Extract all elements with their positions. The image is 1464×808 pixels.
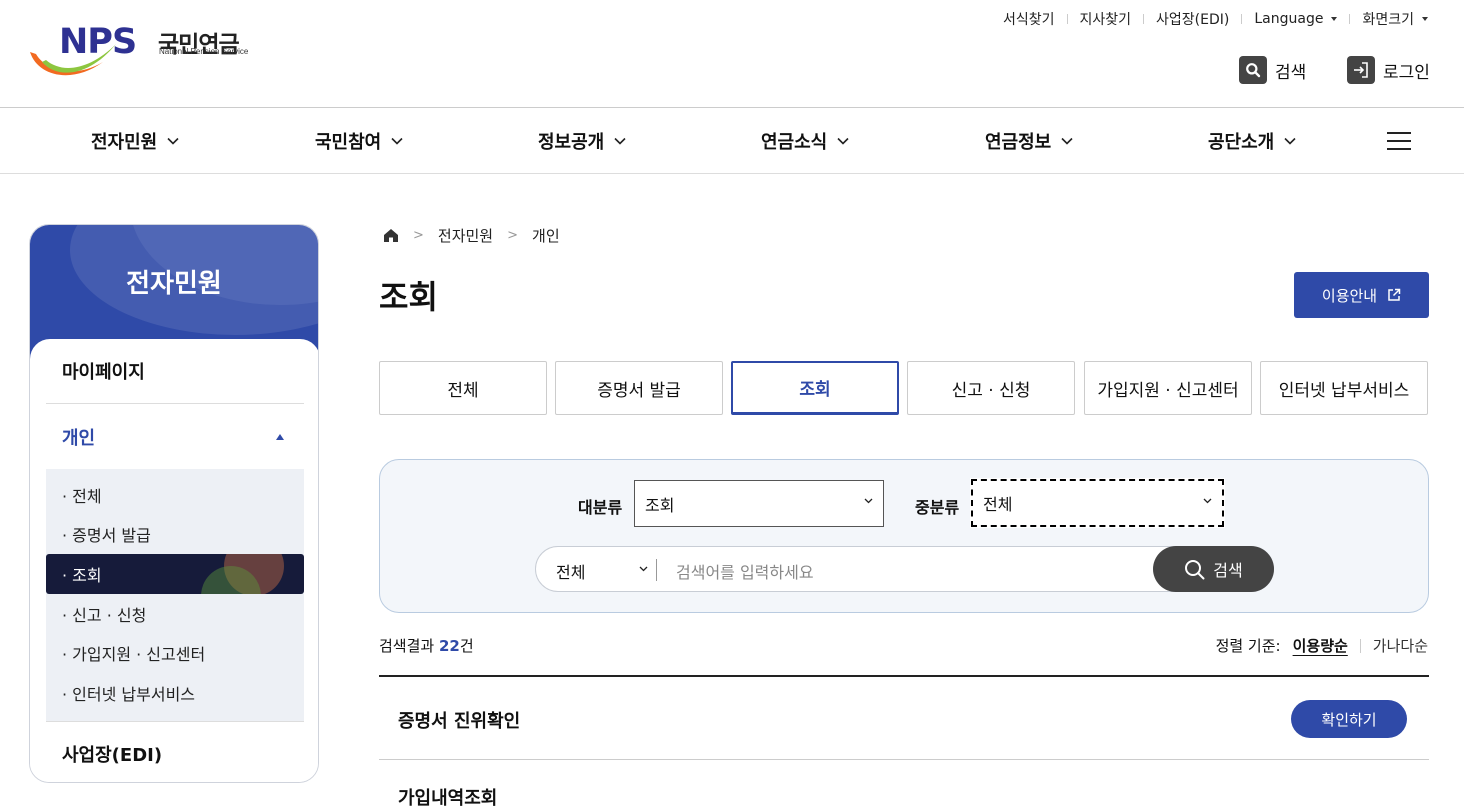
sidebar-subitem-certificate[interactable]: · 증명서 발급 [46,515,304,555]
list-item-title: 가입내역조회 [398,788,498,808]
gnb-item-participation[interactable]: 국민참여 [315,128,403,154]
tab-report[interactable]: 신고 · 신청 [907,361,1075,415]
chevron-right-icon: > [507,228,519,243]
middle-category-select[interactable]: 전체 [970,478,1225,528]
divider [1349,14,1351,24]
header-login-label: 로그인 [1383,62,1430,83]
utility-links: 서식찾기 지사찾기 사업장(EDI) Language 화면크기 [1003,9,1428,29]
header-search-label: 검색 [1275,62,1307,83]
chevron-down-icon [167,137,179,145]
gnb-item-about[interactable]: 공단소개 [1208,128,1296,154]
verify-button[interactable]: 확인하기 [1291,700,1407,738]
gnb-item-e-civil[interactable]: 전자민원 [91,128,179,154]
nps-logo[interactable]: NPS 국민연금 National Pension Service [28,22,258,84]
sidebar-submenu: · 전체 · 증명서 발급 · 조회 · 신고 · 신청 · 가입지원 · 신고… [46,469,304,722]
chevron-down-icon [837,137,849,145]
divider [1359,638,1361,653]
chevron-down-icon [1284,137,1296,145]
tab-payment[interactable]: 인터넷 납부서비스 [1260,361,1428,415]
result-list: 증명서 진위확인 확인하기 가입내역조회 [379,675,1429,808]
sidebar-subitem-inquiry[interactable]: · 조회 [46,554,304,594]
header-search-button[interactable]: 검색 [1239,56,1306,84]
util-font-size[interactable]: 화면크기 [1362,9,1428,29]
global-nav: 전자민원 국민참여 정보공개 연금소식 연금정보 공단소개 [0,107,1464,174]
tab-all[interactable]: 전체 [379,361,547,415]
external-link-icon [1388,288,1401,301]
sidebar-subitem-report[interactable]: · 신고 · 신청 [46,594,304,634]
sidebar-subitem-support-center[interactable]: · 가입지원 · 신고센터 [46,633,304,673]
caret-down-icon [1331,17,1338,21]
list-item: 가입내역조회 [379,760,1429,808]
list-item-title: 증명서 진위확인 [398,711,521,732]
home-icon[interactable] [383,228,399,243]
category-tabs: 전체 증명서 발급 조회 신고 · 신청 가입지원 · 신고센터 인터넷 납부서… [379,361,1429,415]
chevron-down-icon [864,498,873,504]
divider [1143,14,1145,24]
gnb-item-pension-news[interactable]: 연금소식 [761,128,849,154]
sidebar-item-mypage[interactable]: 마이페이지 [46,339,304,404]
sort-label: 정렬 기준: [1215,637,1281,655]
chevron-right-icon: > [413,228,424,243]
middle-category-label: 중분류 [915,498,960,517]
search-icon [1239,56,1267,84]
chevron-down-icon [1061,137,1073,145]
page-title: 조회 [379,278,438,316]
sidebar: 전자민원 마이페이지 개인 · 전체 · 증명서 발급 · 조회 · 신고 · … [29,224,319,783]
chevron-down-icon [639,566,648,572]
login-icon [1347,56,1375,84]
breadcrumb-item[interactable]: 전자민원 [438,225,493,246]
gnb-item-info-disclosure[interactable]: 정보공개 [538,128,626,154]
divider [1241,14,1243,24]
search-scope-select[interactable]: 전체 [556,559,585,583]
divider [656,559,657,581]
major-category-label: 대분류 [578,498,623,517]
logo-brand: NPS [59,22,137,62]
sort-by-usage[interactable]: 이용량순 [1293,635,1348,656]
breadcrumb-item[interactable]: 개인 [532,225,560,246]
tab-inquiry[interactable]: 조회 [731,361,899,415]
util-edi[interactable]: 사업장(EDI) [1156,9,1229,29]
guide-button[interactable]: 이용안내 [1294,272,1429,318]
search-submit-button[interactable]: 검색 [1153,546,1274,592]
result-count: 검색결과 22건 [379,637,474,655]
logo-english: National Pension Service [159,47,249,56]
sidebar-subitem-all[interactable]: · 전체 [46,475,304,515]
util-form-search[interactable]: 서식찾기 [1003,9,1055,29]
chevron-down-icon [614,137,626,145]
search-icon [1185,559,1205,579]
tab-support-center[interactable]: 가입지원 · 신고센터 [1084,361,1252,415]
breadcrumb: > 전자민원 > 개인 [383,225,560,246]
sidebar-item-edi[interactable]: 사업장(EDI) [46,722,304,782]
divider [1066,14,1068,24]
sidebar-item-personal[interactable]: 개인 [46,404,304,469]
sort-options: 정렬 기준: 이용량순 가나다순 [1216,635,1428,656]
tab-certificate[interactable]: 증명서 발급 [555,361,723,415]
major-category-select[interactable]: 조회 [634,480,884,527]
gnb-item-pension-info[interactable]: 연금정보 [985,128,1073,154]
chevron-down-icon [391,137,403,145]
list-item: 증명서 진위확인 확인하기 [379,677,1429,760]
result-count-number: 22 [438,637,460,655]
caret-up-icon [276,433,284,440]
sort-by-name[interactable]: 가나다순 [1373,635,1428,656]
sidebar-subitem-payment[interactable]: · 인터넷 납부서비스 [46,673,304,713]
sidebar-menu: 마이페이지 개인 · 전체 · 증명서 발급 · 조회 · 신고 · 신청 · … [30,339,318,782]
sidebar-title: 전자민원 [126,269,222,299]
caret-down-icon [1422,17,1428,21]
search-bar: 전체 검색어를 입력하세요 검색 [535,546,1274,592]
header-login-button[interactable]: 로그인 [1347,56,1430,84]
chevron-down-icon [1203,498,1212,504]
util-branch-search[interactable]: 지사찾기 [1080,9,1132,29]
hamburger-icon[interactable] [1387,132,1411,150]
search-panel: 대분류 조회 중분류 전체 전체 검색어를 입력하세요 검색 [379,459,1429,613]
util-language[interactable]: Language [1254,11,1338,27]
search-input[interactable]: 검색어를 입력하세요 [676,559,814,583]
